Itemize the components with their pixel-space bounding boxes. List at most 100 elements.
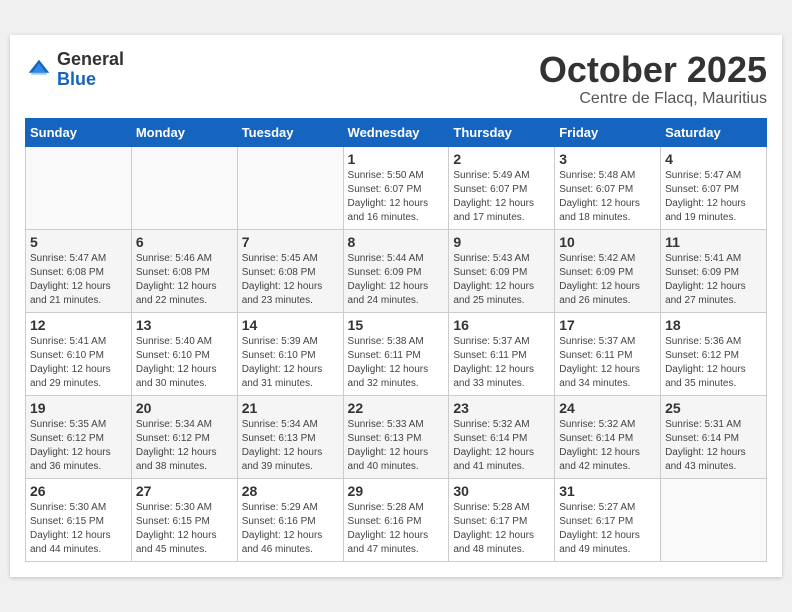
day-number: 10 [559,234,656,250]
calendar-week-row: 12Sunrise: 5:41 AM Sunset: 6:10 PM Dayli… [26,312,767,395]
calendar-day-cell: 4Sunrise: 5:47 AM Sunset: 6:07 PM Daylig… [661,146,767,229]
day-number: 26 [30,483,127,499]
day-info: Sunrise: 5:43 AM Sunset: 6:09 PM Dayligh… [453,252,550,308]
calendar-day-cell: 7Sunrise: 5:45 AM Sunset: 6:08 PM Daylig… [237,229,343,312]
calendar-day-cell: 10 Sunrise: 5:42 AM Sunset: 6:09 PM Dayli… [555,229,661,312]
day-number: 28 [242,483,339,499]
day-info: Sunrise: 5:38 AM Sunset: 6:11 PM Dayligh… [348,335,445,391]
day-info: Sunrise: 5:47 AM Sunset: 6:07 PM Dayligh… [665,169,762,225]
logo-general-text: General [57,49,124,69]
day-number: 14 [242,317,339,333]
day-number: 15 [348,317,445,333]
calendar-week-row: 19 Sunrise: 5:35 AM Sunset: 6:12 PM Dayli… [26,395,767,478]
day-info: Sunrise: 5:49 AM Sunset: 6:07 PM Dayligh… [453,169,550,225]
weekday-header-wednesday: Wednesday [343,118,449,146]
day-info: Sunrise: 5:29 AM Sunset: 6:16 PM Dayligh… [242,501,339,557]
calendar-day-cell: 8 Sunrise: 5:44 AM Sunset: 6:09 PM Daylig… [343,229,449,312]
logo: General Blue [25,50,124,90]
weekday-header-sunday: Sunday [26,118,132,146]
calendar-day-cell: 24Sunrise: 5:32 AM Sunset: 6:14 PM Dayli… [555,395,661,478]
calendar-day-cell [237,146,343,229]
day-info: Sunrise: 5:35 AM Sunset: 6:12 PM Dayligh… [30,418,127,474]
day-number: 21 [242,400,339,416]
day-number: 20 [136,400,233,416]
day-number: 22 [348,400,445,416]
calendar-day-cell: 3 Sunrise: 5:48 AM Sunset: 6:07 PM Daylig… [555,146,661,229]
calendar-day-cell: 5 Sunrise: 5:47 AM Sunset: 6:08 PM Daylig… [26,229,132,312]
weekday-header-friday: Friday [555,118,661,146]
day-number: 29 [348,483,445,499]
day-number: 25 [665,400,762,416]
day-number: 5 [30,234,127,250]
day-number: 7 [242,234,339,250]
day-info: Sunrise: 5:33 AM Sunset: 6:13 PM Dayligh… [348,418,445,474]
day-number: 1 [348,151,445,167]
calendar-day-cell [661,478,767,561]
location-subtitle: Centre de Flacq, Mauritius [539,90,767,108]
weekday-header-monday: Monday [131,118,237,146]
title-block: October 2025 Centre de Flacq, Mauritius [539,50,767,108]
day-info: Sunrise: 5:31 AM Sunset: 6:14 PM Dayligh… [665,418,762,474]
day-info: Sunrise: 5:40 AM Sunset: 6:10 PM Dayligh… [136,335,233,391]
day-info: Sunrise: 5:30 AM Sunset: 6:15 PM Dayligh… [30,501,127,557]
day-info: Sunrise: 5:48 AM Sunset: 6:07 PM Dayligh… [559,169,656,225]
calendar-header: General Blue October 2025 Centre de Flac… [25,50,767,108]
calendar-day-cell: 18Sunrise: 5:36 AM Sunset: 6:12 PM Dayli… [661,312,767,395]
logo-icon [25,56,53,84]
calendar-day-cell [26,146,132,229]
calendar-day-cell: 1 Sunrise: 5:50 AM Sunset: 6:07 PM Daylig… [343,146,449,229]
weekday-header-saturday: Saturday [661,118,767,146]
calendar-day-cell: 19 Sunrise: 5:35 AM Sunset: 6:12 PM Dayli… [26,395,132,478]
day-info: Sunrise: 5:32 AM Sunset: 6:14 PM Dayligh… [453,418,550,474]
day-info: Sunrise: 5:39 AM Sunset: 6:10 PM Dayligh… [242,335,339,391]
day-info: Sunrise: 5:50 AM Sunset: 6:07 PM Dayligh… [348,169,445,225]
calendar-day-cell: 28 Sunrise: 5:29 AM Sunset: 6:16 PM Dayli… [237,478,343,561]
day-number: 9 [453,234,550,250]
day-info: Sunrise: 5:41 AM Sunset: 6:09 PM Dayligh… [665,252,762,308]
calendar-day-cell: 16 Sunrise: 5:37 AM Sunset: 6:11 PM Dayli… [449,312,555,395]
day-info: Sunrise: 5:28 AM Sunset: 6:17 PM Dayligh… [453,501,550,557]
day-info: Sunrise: 5:34 AM Sunset: 6:12 PM Dayligh… [136,418,233,474]
calendar-day-cell: 29 Sunrise: 5:28 AM Sunset: 6:16 PM Dayli… [343,478,449,561]
calendar-day-cell: 20 Sunrise: 5:34 AM Sunset: 6:12 PM Dayli… [131,395,237,478]
weekday-header-row: SundayMondayTuesdayWednesdayThursdayFrid… [26,118,767,146]
day-number: 19 [30,400,127,416]
day-number: 27 [136,483,233,499]
logo-blue-text: Blue [57,69,96,89]
calendar-day-cell: 12Sunrise: 5:41 AM Sunset: 6:10 PM Dayli… [26,312,132,395]
calendar-day-cell: 14 Sunrise: 5:39 AM Sunset: 6:10 PM Dayli… [237,312,343,395]
logo-text: General Blue [57,50,124,90]
weekday-header-thursday: Thursday [449,118,555,146]
day-info: Sunrise: 5:36 AM Sunset: 6:12 PM Dayligh… [665,335,762,391]
day-info: Sunrise: 5:42 AM Sunset: 6:09 PM Dayligh… [559,252,656,308]
calendar-day-cell: 31Sunrise: 5:27 AM Sunset: 6:17 PM Dayli… [555,478,661,561]
calendar-day-cell: 15 Sunrise: 5:38 AM Sunset: 6:11 PM Dayli… [343,312,449,395]
day-number: 16 [453,317,550,333]
day-number: 24 [559,400,656,416]
day-info: Sunrise: 5:44 AM Sunset: 6:09 PM Dayligh… [348,252,445,308]
day-number: 3 [559,151,656,167]
day-info: Sunrise: 5:28 AM Sunset: 6:16 PM Dayligh… [348,501,445,557]
calendar-day-cell: 23 Sunrise: 5:32 AM Sunset: 6:14 PM Dayli… [449,395,555,478]
calendar-day-cell: 26 Sunrise: 5:30 AM Sunset: 6:15 PM Dayli… [26,478,132,561]
calendar-week-row: 5 Sunrise: 5:47 AM Sunset: 6:08 PM Daylig… [26,229,767,312]
calendar-table: SundayMondayTuesdayWednesdayThursdayFrid… [25,118,767,562]
calendar-week-row: 26 Sunrise: 5:30 AM Sunset: 6:15 PM Dayli… [26,478,767,561]
day-info: Sunrise: 5:37 AM Sunset: 6:11 PM Dayligh… [453,335,550,391]
calendar-day-cell: 17Sunrise: 5:37 AM Sunset: 6:11 PM Dayli… [555,312,661,395]
day-info: Sunrise: 5:37 AM Sunset: 6:11 PM Dayligh… [559,335,656,391]
day-info: Sunrise: 5:41 AM Sunset: 6:10 PM Dayligh… [30,335,127,391]
day-number: 8 [348,234,445,250]
day-info: Sunrise: 5:47 AM Sunset: 6:08 PM Dayligh… [30,252,127,308]
day-info: Sunrise: 5:30 AM Sunset: 6:15 PM Dayligh… [136,501,233,557]
weekday-header-tuesday: Tuesday [237,118,343,146]
calendar-container: General Blue October 2025 Centre de Flac… [10,35,782,577]
calendar-day-cell: 25 Sunrise: 5:31 AM Sunset: 6:14 PM Dayli… [661,395,767,478]
calendar-day-cell: 22 Sunrise: 5:33 AM Sunset: 6:13 PM Dayli… [343,395,449,478]
calendar-day-cell: 9 Sunrise: 5:43 AM Sunset: 6:09 PM Daylig… [449,229,555,312]
calendar-day-cell: 2Sunrise: 5:49 AM Sunset: 6:07 PM Daylig… [449,146,555,229]
calendar-day-cell: 27 Sunrise: 5:30 AM Sunset: 6:15 PM Dayli… [131,478,237,561]
day-number: 13 [136,317,233,333]
day-number: 23 [453,400,550,416]
day-info: Sunrise: 5:34 AM Sunset: 6:13 PM Dayligh… [242,418,339,474]
